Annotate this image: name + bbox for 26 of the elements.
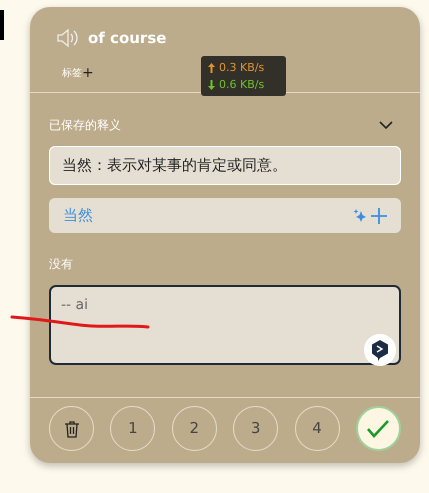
number-button[interactable]: 4 (294, 406, 340, 451)
definition-field[interactable]: 当然：表示对某事的肯定或同意。 (49, 146, 401, 185)
speaker-icon[interactable] (56, 28, 80, 48)
trash-icon (64, 420, 80, 438)
number-button[interactable]: 2 (172, 406, 217, 451)
number-button[interactable]: 1 (110, 406, 156, 451)
note-field[interactable]: -- ai (49, 285, 401, 365)
delete-button[interactable] (49, 406, 94, 451)
note-label: 没有 (49, 256, 74, 273)
confirm-button[interactable] (356, 406, 401, 451)
up-arrow-icon (208, 62, 215, 72)
number-button[interactable]: 3 (233, 406, 278, 451)
tag-label: 标签 (62, 66, 82, 80)
section-label: 已保存的释义 (49, 117, 121, 134)
plus-icon[interactable] (371, 208, 387, 224)
edge-mark (0, 10, 4, 40)
upload-speed: 0.3 KB/s (219, 60, 264, 76)
sparkle-icon[interactable] (353, 208, 367, 222)
suggestion-row[interactable]: 当然 (49, 198, 401, 233)
check-icon (367, 420, 390, 438)
word-title: of course (88, 28, 166, 49)
chevron-down-icon[interactable] (379, 121, 393, 129)
add-tag-button[interactable]: + (82, 66, 94, 80)
down-arrow-icon (208, 80, 215, 90)
download-speed: 0.6 KB/s (219, 77, 264, 93)
suggestion-text: 当然 (63, 205, 93, 226)
